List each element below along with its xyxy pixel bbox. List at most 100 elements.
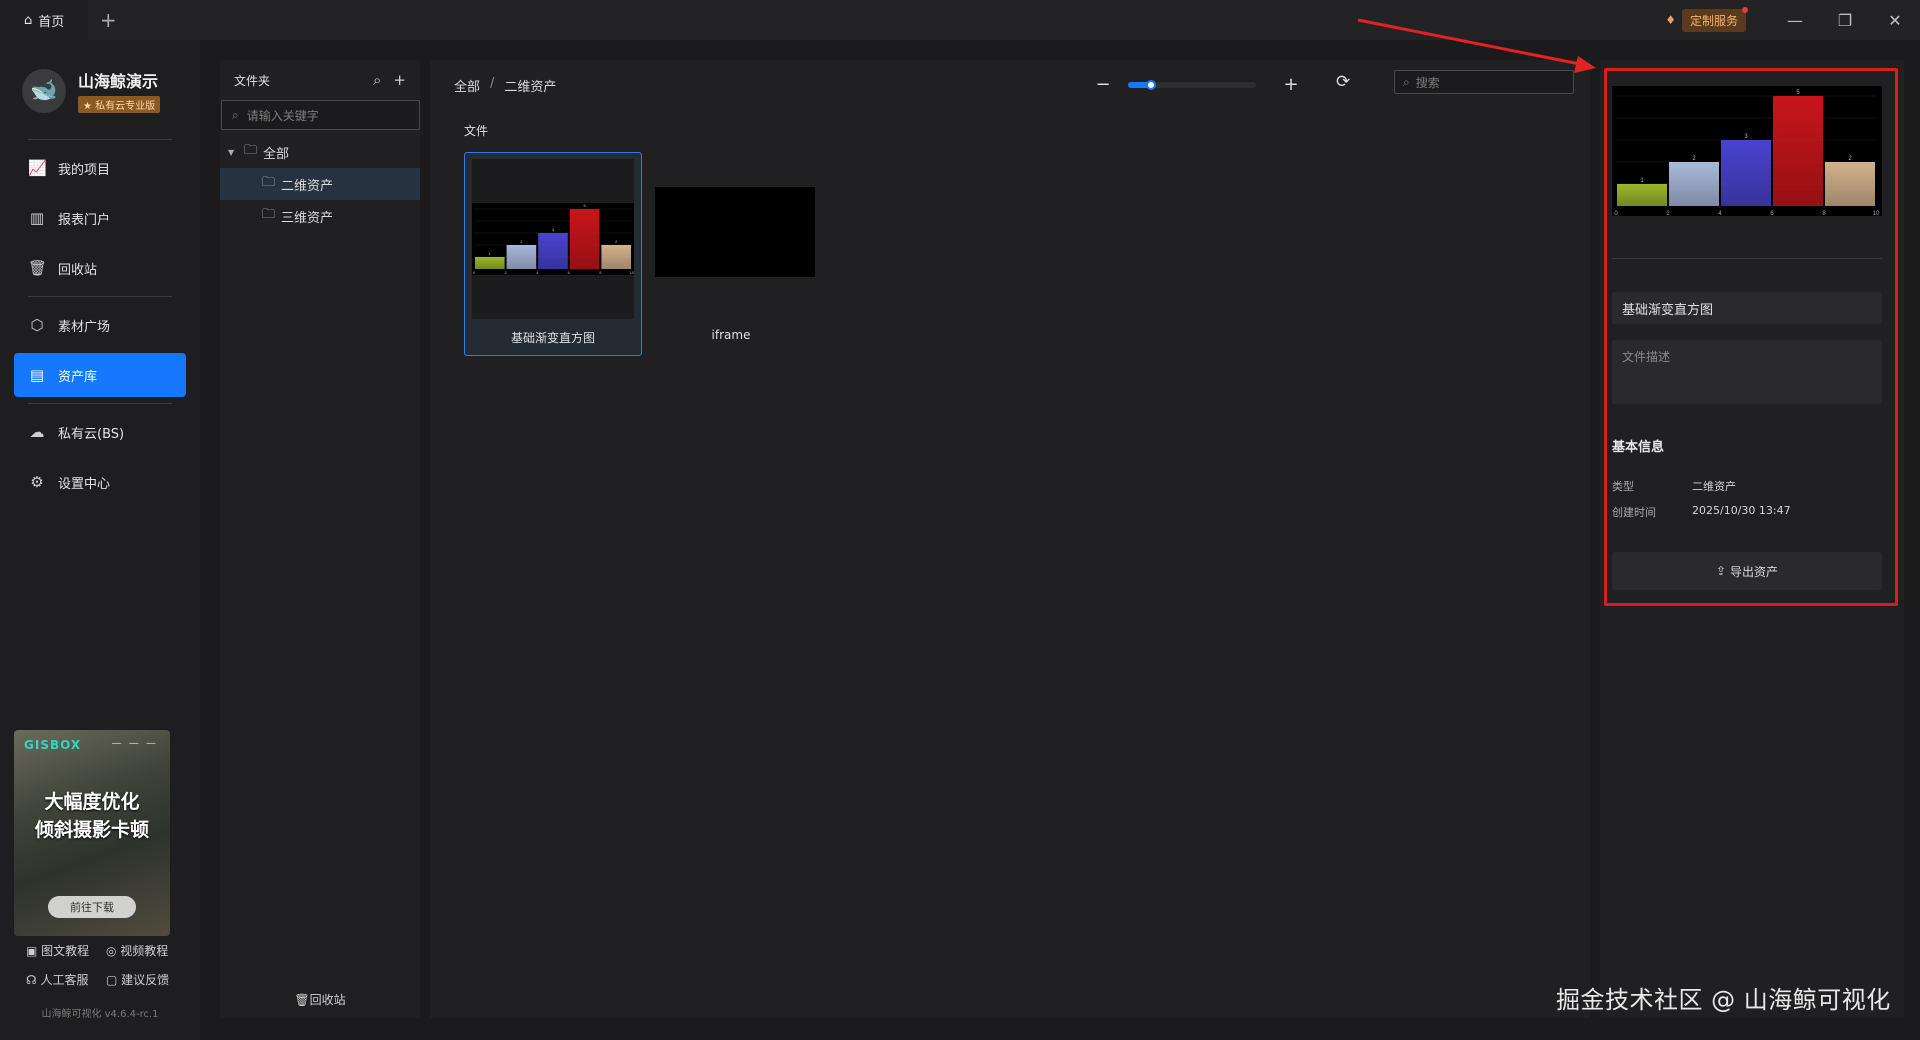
title-bar: ⌂ 首页 + ♦ 定制服务 — ❐ ✕ bbox=[0, 0, 1920, 40]
sidebar-item-private-cloud[interactable]: ☁ 私有云(BS) bbox=[14, 410, 186, 454]
asset-box-icon: ▤ bbox=[29, 366, 45, 384]
created-value: 2025/10/30 13:47 bbox=[1692, 504, 1791, 517]
asset-search-placeholder: 搜索 bbox=[1415, 75, 1440, 90]
sidebar-item-report-portal[interactable]: ▥ 报表门户 bbox=[14, 196, 186, 240]
folder-recycle-label: 回收站 bbox=[309, 993, 346, 1007]
download-button[interactable]: 前往下载 bbox=[48, 896, 136, 918]
promo-title-line2: 倾斜摄影卡顿 bbox=[34, 819, 149, 841]
zoom-in-button[interactable]: + bbox=[1282, 74, 1300, 95]
folder-panel-title: 文件夹 bbox=[234, 73, 271, 88]
promo-banner[interactable]: GISBOX — — — 大幅度优化 倾斜摄影卡顿 前往下载 bbox=[14, 730, 170, 936]
gear-icon: ⚙ bbox=[30, 473, 44, 491]
tab-home-label: 首页 bbox=[38, 14, 65, 30]
chart-bar-6-8 bbox=[1773, 96, 1823, 206]
add-tab-button[interactable]: + bbox=[88, 0, 128, 40]
feedback-label: 建议反馈 bbox=[121, 973, 170, 987]
preview-chart-box: 1 2 3 5 2 0 2 4 6 8 10 bbox=[1612, 86, 1882, 217]
sidebar-item-recycle-bin[interactable]: 🗑 回收站 bbox=[14, 246, 186, 290]
folder-recycle-bin-button[interactable]: 🗑回收站 bbox=[220, 991, 420, 1008]
sidebar: 🐋 山海鲸演示 ★ 私有云专业版 📈 我的项目 ▥ 报表门户 🗑 回收站 ⬡ 素… bbox=[0, 40, 200, 1040]
restore-button[interactable]: ❐ bbox=[1820, 0, 1870, 40]
asset-search-input[interactable]: ⌕ 搜索 bbox=[1394, 70, 1574, 94]
feedback-link[interactable]: ▢ 建议反馈 bbox=[106, 971, 186, 988]
folder-panel: 文件夹 ⌕ + ⌕ 请输入关键字 ▼ 🗀 全部 🗀 二维资产 🗀 三维资产 🗑回… bbox=[220, 60, 420, 1018]
tree-node-label: 三维资产 bbox=[281, 210, 334, 226]
promo-title-line1: 大幅度优化 bbox=[44, 791, 140, 813]
breadcrumb-all[interactable]: 全部 bbox=[454, 76, 480, 95]
asset-card-iframe[interactable]: iframe bbox=[642, 152, 820, 356]
section-label-files: 文件 bbox=[464, 124, 489, 138]
chart-x-tick: 10 bbox=[1873, 211, 1880, 216]
asset-thumbnail: 1 2 3 5 2 0 2 4 6 8 10 bbox=[472, 159, 635, 319]
chart-bar-8-10 bbox=[1825, 162, 1875, 206]
asset-name: 基础渐变直方图 bbox=[510, 331, 595, 345]
created-label: 创建时间 bbox=[1612, 506, 1656, 519]
tree-node-all[interactable]: ▼ 🗀 全部 bbox=[220, 136, 420, 168]
close-button[interactable]: ✕ bbox=[1870, 0, 1920, 40]
brand-name: 山海鲸演示 bbox=[78, 72, 159, 91]
folder-search-input[interactable]: ⌕ 请输入关键字 bbox=[221, 100, 420, 130]
sidebar-item-my-projects[interactable]: 📈 我的项目 bbox=[14, 146, 186, 190]
chart-line-icon: 📈 bbox=[28, 159, 47, 177]
sidebar-item-material-square[interactable]: ⬡ 素材广场 bbox=[14, 303, 186, 347]
sidebar-item-label: 报表门户 bbox=[58, 212, 111, 228]
trash-icon: 🗑 bbox=[28, 259, 48, 277]
asset-card-histogram[interactable]: 1 2 3 5 2 0 2 4 6 8 10 基础渐变直方图 bbox=[464, 152, 642, 356]
search-icon[interactable]: ⌕ bbox=[373, 71, 381, 89]
custom-service-label: 定制服务 bbox=[1689, 13, 1738, 28]
custom-service-button[interactable]: ♦ 定制服务 bbox=[1665, 6, 1748, 32]
sidebar-item-settings[interactable]: ⚙ 设置中心 bbox=[14, 460, 186, 504]
divider bbox=[1612, 258, 1882, 259]
tree-node-2d-assets[interactable]: 🗀 二维资产 bbox=[220, 168, 420, 200]
sidebar-item-label: 资产库 bbox=[58, 369, 98, 385]
whale-avatar-icon: 🐋 bbox=[22, 68, 66, 113]
home-icon: ⌂ bbox=[24, 12, 33, 28]
edition-badge: ★ 私有云专业版 bbox=[78, 96, 161, 113]
tree-node-label: 二维资产 bbox=[281, 178, 334, 194]
video-tutorial-label: 视频教程 bbox=[120, 944, 169, 958]
preview-chart: 123520 2 4 6 8 10 bbox=[1612, 86, 1882, 217]
basic-info-heading: 基本信息 bbox=[1612, 440, 1665, 455]
folder-icon: 🗀 bbox=[244, 143, 258, 158]
tab-home[interactable]: ⌂ 首页 bbox=[0, 0, 89, 40]
breadcrumb-current: 二维资产 bbox=[504, 80, 557, 95]
refresh-icon[interactable]: ⟳ bbox=[1336, 72, 1350, 92]
breadcrumb-separator: / bbox=[490, 76, 495, 91]
sidebar-item-label: 我的项目 bbox=[58, 162, 111, 178]
search-icon: ⌕ bbox=[1403, 74, 1410, 89]
type-value: 二维资产 bbox=[1692, 480, 1736, 493]
trash-icon: 🗑 bbox=[294, 993, 310, 1007]
divider bbox=[28, 403, 172, 404]
caret-down-icon[interactable]: ▼ bbox=[228, 148, 238, 157]
tree-node-label: 全部 bbox=[263, 146, 290, 162]
breadcrumb: 全部 / 二维资产 bbox=[454, 76, 556, 95]
tree-node-3d-assets[interactable]: 🗀 三维资产 bbox=[220, 200, 420, 232]
chart-bar-4-6 bbox=[1721, 140, 1771, 206]
add-folder-icon[interactable]: + bbox=[393, 71, 406, 89]
properties-panel: 1 2 3 5 2 0 2 4 6 8 10 基础渐变直方图 文件描述 基本信息 类型 二维资产 创… bbox=[1600, 60, 1904, 1018]
promo-title: 大幅度优化 倾斜摄影卡顿 bbox=[14, 788, 170, 844]
chart-bar-2-4 bbox=[1669, 162, 1719, 206]
notification-dot bbox=[1742, 6, 1748, 13]
zoom-out-button[interactable]: − bbox=[1094, 74, 1112, 95]
description-field[interactable]: 文件描述 bbox=[1612, 340, 1882, 404]
asset-grid-area: 全部 / 二维资产 − + ⟳ ⌕ 搜索 文件 1 2 3 5 2 0 2 4 6 8 10 基础渐… bbox=[430, 60, 1590, 1018]
folder-search-placeholder: 请输入关键字 bbox=[246, 108, 319, 123]
divider bbox=[28, 139, 172, 140]
brand: 🐋 山海鲸演示 ★ 私有云专业版 bbox=[0, 40, 200, 133]
zoom-slider[interactable] bbox=[1128, 79, 1256, 90]
zoom-slider-knob[interactable] bbox=[1146, 79, 1157, 90]
doc-tutorial-link[interactable]: ▣ 图文教程 bbox=[26, 942, 106, 959]
asset-thumbnail-black bbox=[655, 187, 815, 277]
support-label: 人工客服 bbox=[40, 973, 89, 987]
sidebar-item-asset-library[interactable]: ▤ 资产库 bbox=[14, 353, 186, 397]
info-row-type: 类型 二维资产 bbox=[1612, 478, 1736, 494]
export-asset-button[interactable]: ⇪ 导出资产 bbox=[1612, 552, 1882, 590]
chart-bar-0-2 bbox=[475, 257, 505, 269]
minimize-button[interactable]: — bbox=[1770, 0, 1820, 40]
asset-name-field[interactable]: 基础渐变直方图 bbox=[1612, 292, 1882, 324]
asset-name: iframe bbox=[711, 328, 751, 342]
export-asset-label: 导出资产 bbox=[1730, 564, 1779, 579]
support-link[interactable]: ☊ 人工客服 bbox=[26, 971, 106, 988]
video-tutorial-link[interactable]: ◎ 视频教程 bbox=[106, 942, 186, 959]
